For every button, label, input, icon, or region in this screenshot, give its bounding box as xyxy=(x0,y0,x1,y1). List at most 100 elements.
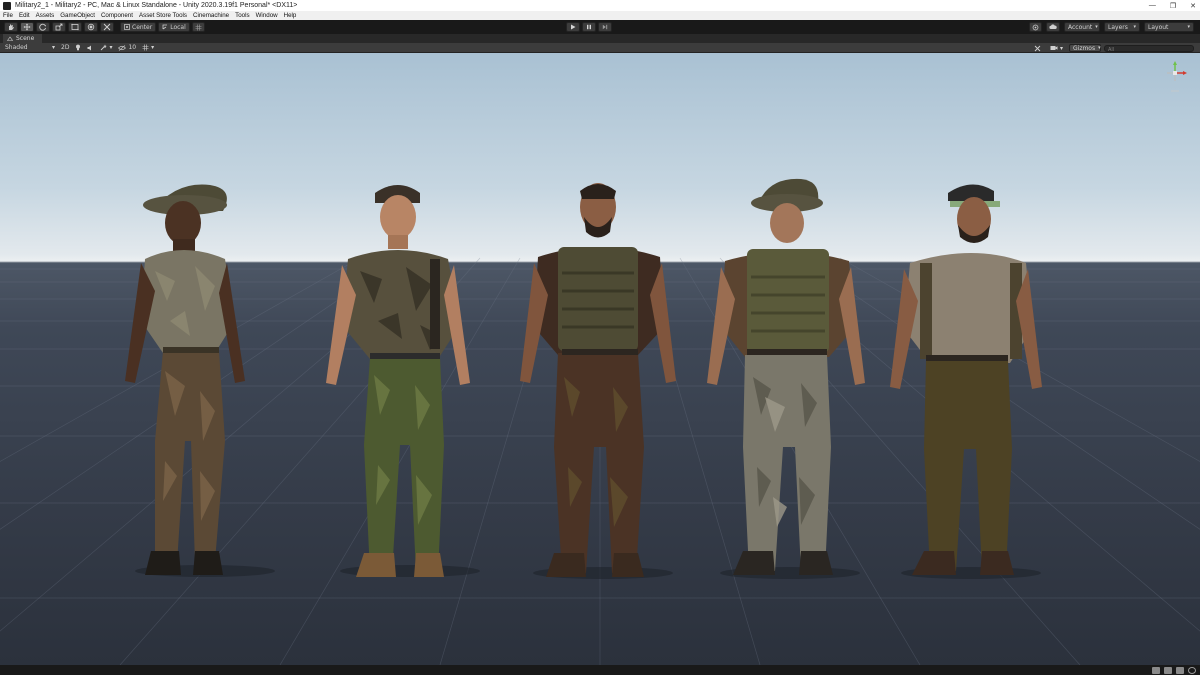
rect-tool-button[interactable] xyxy=(68,22,82,32)
chevron-down-icon: ▾ xyxy=(1133,24,1136,30)
light-bulb-icon xyxy=(76,44,81,51)
camera-icon xyxy=(1050,46,1058,50)
cloud-icon xyxy=(1049,24,1057,29)
account-dropdown[interactable]: Account ▾ xyxy=(1064,22,1100,32)
hidden-objects-toggle[interactable]: 10 xyxy=(115,44,139,52)
search-placeholder: All xyxy=(1108,46,1115,53)
chevron-down-icon: ▾ xyxy=(151,44,155,51)
maximize-icon[interactable]: ❐ xyxy=(1170,2,1176,10)
camera-settings-dropdown[interactable]: ▾ xyxy=(1047,44,1066,52)
pivot-toggles: Center Local xyxy=(120,22,205,32)
grid-dropdown[interactable]: ▾ xyxy=(139,44,157,52)
menu-file[interactable]: File xyxy=(3,12,13,19)
pause-button[interactable] xyxy=(582,22,596,32)
speaker-icon xyxy=(87,45,92,50)
shading-mode-label: Shaded xyxy=(5,44,28,51)
menu-tools[interactable]: Tools xyxy=(235,12,249,19)
space-local-toggle[interactable]: Local xyxy=(158,22,190,32)
layers-dropdown[interactable]: Layers ▾ xyxy=(1104,22,1140,32)
menu-help[interactable]: Help xyxy=(284,12,297,19)
gizmos-dropdown[interactable]: Gizmos ▾ xyxy=(1069,44,1101,52)
hand-icon xyxy=(9,24,14,30)
move-tool-button[interactable] xyxy=(20,22,34,32)
step-icon xyxy=(602,24,608,30)
tools-icon xyxy=(1034,45,1041,51)
chevron-down-icon: ▾ xyxy=(109,44,113,51)
auto-generate-lighting-icon[interactable] xyxy=(1152,666,1160,674)
space-label: Local xyxy=(170,23,186,31)
fx-count: 10 xyxy=(128,44,137,51)
play-button[interactable] xyxy=(566,22,580,32)
orientation-gizmo[interactable] xyxy=(1162,61,1188,97)
account-label: Account xyxy=(1068,23,1093,31)
custom-tool-button[interactable] xyxy=(100,22,114,32)
progress-icon[interactable] xyxy=(1176,666,1184,674)
menu-bar: File Edit Assets GameObject Component As… xyxy=(0,11,1200,20)
toggle-2d-button[interactable]: 2D xyxy=(58,44,72,52)
eye-slash-icon xyxy=(118,44,127,51)
rotate-icon xyxy=(39,23,47,31)
transform-icon xyxy=(87,23,95,31)
menu-component[interactable]: Component xyxy=(101,12,133,19)
audio-toggle[interactable] xyxy=(84,44,97,52)
effects-icon xyxy=(101,44,108,51)
scene-view-toolbar: Shaded ▾ 2D ▾ 10 ▾ ▾ Gizmos ▾ All xyxy=(0,43,1200,53)
window-title: Military2_1 - Military2 - PC, Mac & Linu… xyxy=(15,2,298,9)
console-icon[interactable] xyxy=(1164,666,1172,674)
scene-toolbar-right: ▾ Gizmos ▾ All xyxy=(1031,44,1194,53)
transform-tool-button[interactable] xyxy=(84,22,98,32)
chevron-down-icon: ▾ xyxy=(1059,44,1063,52)
scale-tool-button[interactable] xyxy=(52,22,66,32)
tab-scene[interactable]: Scene xyxy=(3,34,43,43)
lighting-toggle[interactable] xyxy=(72,44,84,52)
cloud-button[interactable] xyxy=(1046,22,1060,32)
scene-tools-button[interactable] xyxy=(1031,44,1044,52)
collab-icon xyxy=(1032,24,1039,30)
menu-asset-store-tools[interactable]: Asset Store Tools xyxy=(139,12,187,19)
tools-icon xyxy=(103,23,111,31)
scene-viewport[interactable] xyxy=(0,53,1200,665)
menu-gameobject[interactable]: GameObject xyxy=(60,12,95,19)
menu-window[interactable]: Window xyxy=(256,12,278,19)
step-button[interactable] xyxy=(598,22,612,32)
layout-label: Layout xyxy=(1148,23,1169,31)
soldier-4[interactable] xyxy=(705,177,875,581)
mode-2d-label: 2D xyxy=(61,44,70,51)
effects-dropdown[interactable]: ▾ xyxy=(97,44,115,52)
grid-icon xyxy=(142,44,149,51)
playmode-controls xyxy=(566,22,612,32)
shading-mode-dropdown[interactable]: Shaded ▾ xyxy=(2,44,58,52)
scale-icon xyxy=(55,23,63,31)
grid-snap-icon xyxy=(195,24,202,30)
layout-dropdown[interactable]: Layout ▾ xyxy=(1144,22,1194,32)
grid-snap-button[interactable] xyxy=(191,22,205,32)
toolbar-right: Account ▾ Layers ▾ Layout ▾ xyxy=(1029,22,1194,32)
chevron-down-icon: ▾ xyxy=(1098,45,1101,51)
rotate-tool-button[interactable] xyxy=(36,22,50,32)
menu-assets[interactable]: Assets xyxy=(36,12,55,19)
pivot-label: Center xyxy=(132,23,153,31)
local-space-icon xyxy=(162,24,168,30)
close-icon[interactable]: ✕ xyxy=(1190,2,1196,10)
pivot-icon xyxy=(124,24,130,30)
pause-icon xyxy=(587,24,591,30)
pivot-center-toggle[interactable]: Center xyxy=(120,22,157,32)
scene-tab-label: Scene xyxy=(16,35,35,42)
window-controls: — ❐ ✕ xyxy=(1149,0,1196,11)
soldier-3[interactable] xyxy=(518,177,688,581)
minimize-icon[interactable]: — xyxy=(1149,2,1156,9)
menu-edit[interactable]: Edit xyxy=(19,12,30,19)
scene-search-input[interactable]: All xyxy=(1104,44,1194,53)
hand-tool-button[interactable] xyxy=(4,22,18,32)
soldier-1[interactable] xyxy=(115,171,285,581)
scene-icon xyxy=(7,35,13,41)
menu-cinemachine[interactable]: Cinemachine xyxy=(193,12,229,19)
move-icon xyxy=(23,23,31,31)
status-bar xyxy=(0,665,1200,675)
chevron-down-icon: ▾ xyxy=(1187,24,1190,30)
soldier-5[interactable] xyxy=(886,179,1056,581)
soldier-2[interactable] xyxy=(320,175,490,581)
main-toolbar: Center Local Account ▾ Layers ▾ Layout ▾ xyxy=(0,20,1200,34)
collab-status-icon[interactable] xyxy=(1188,666,1196,674)
collab-button[interactable] xyxy=(1029,22,1042,32)
